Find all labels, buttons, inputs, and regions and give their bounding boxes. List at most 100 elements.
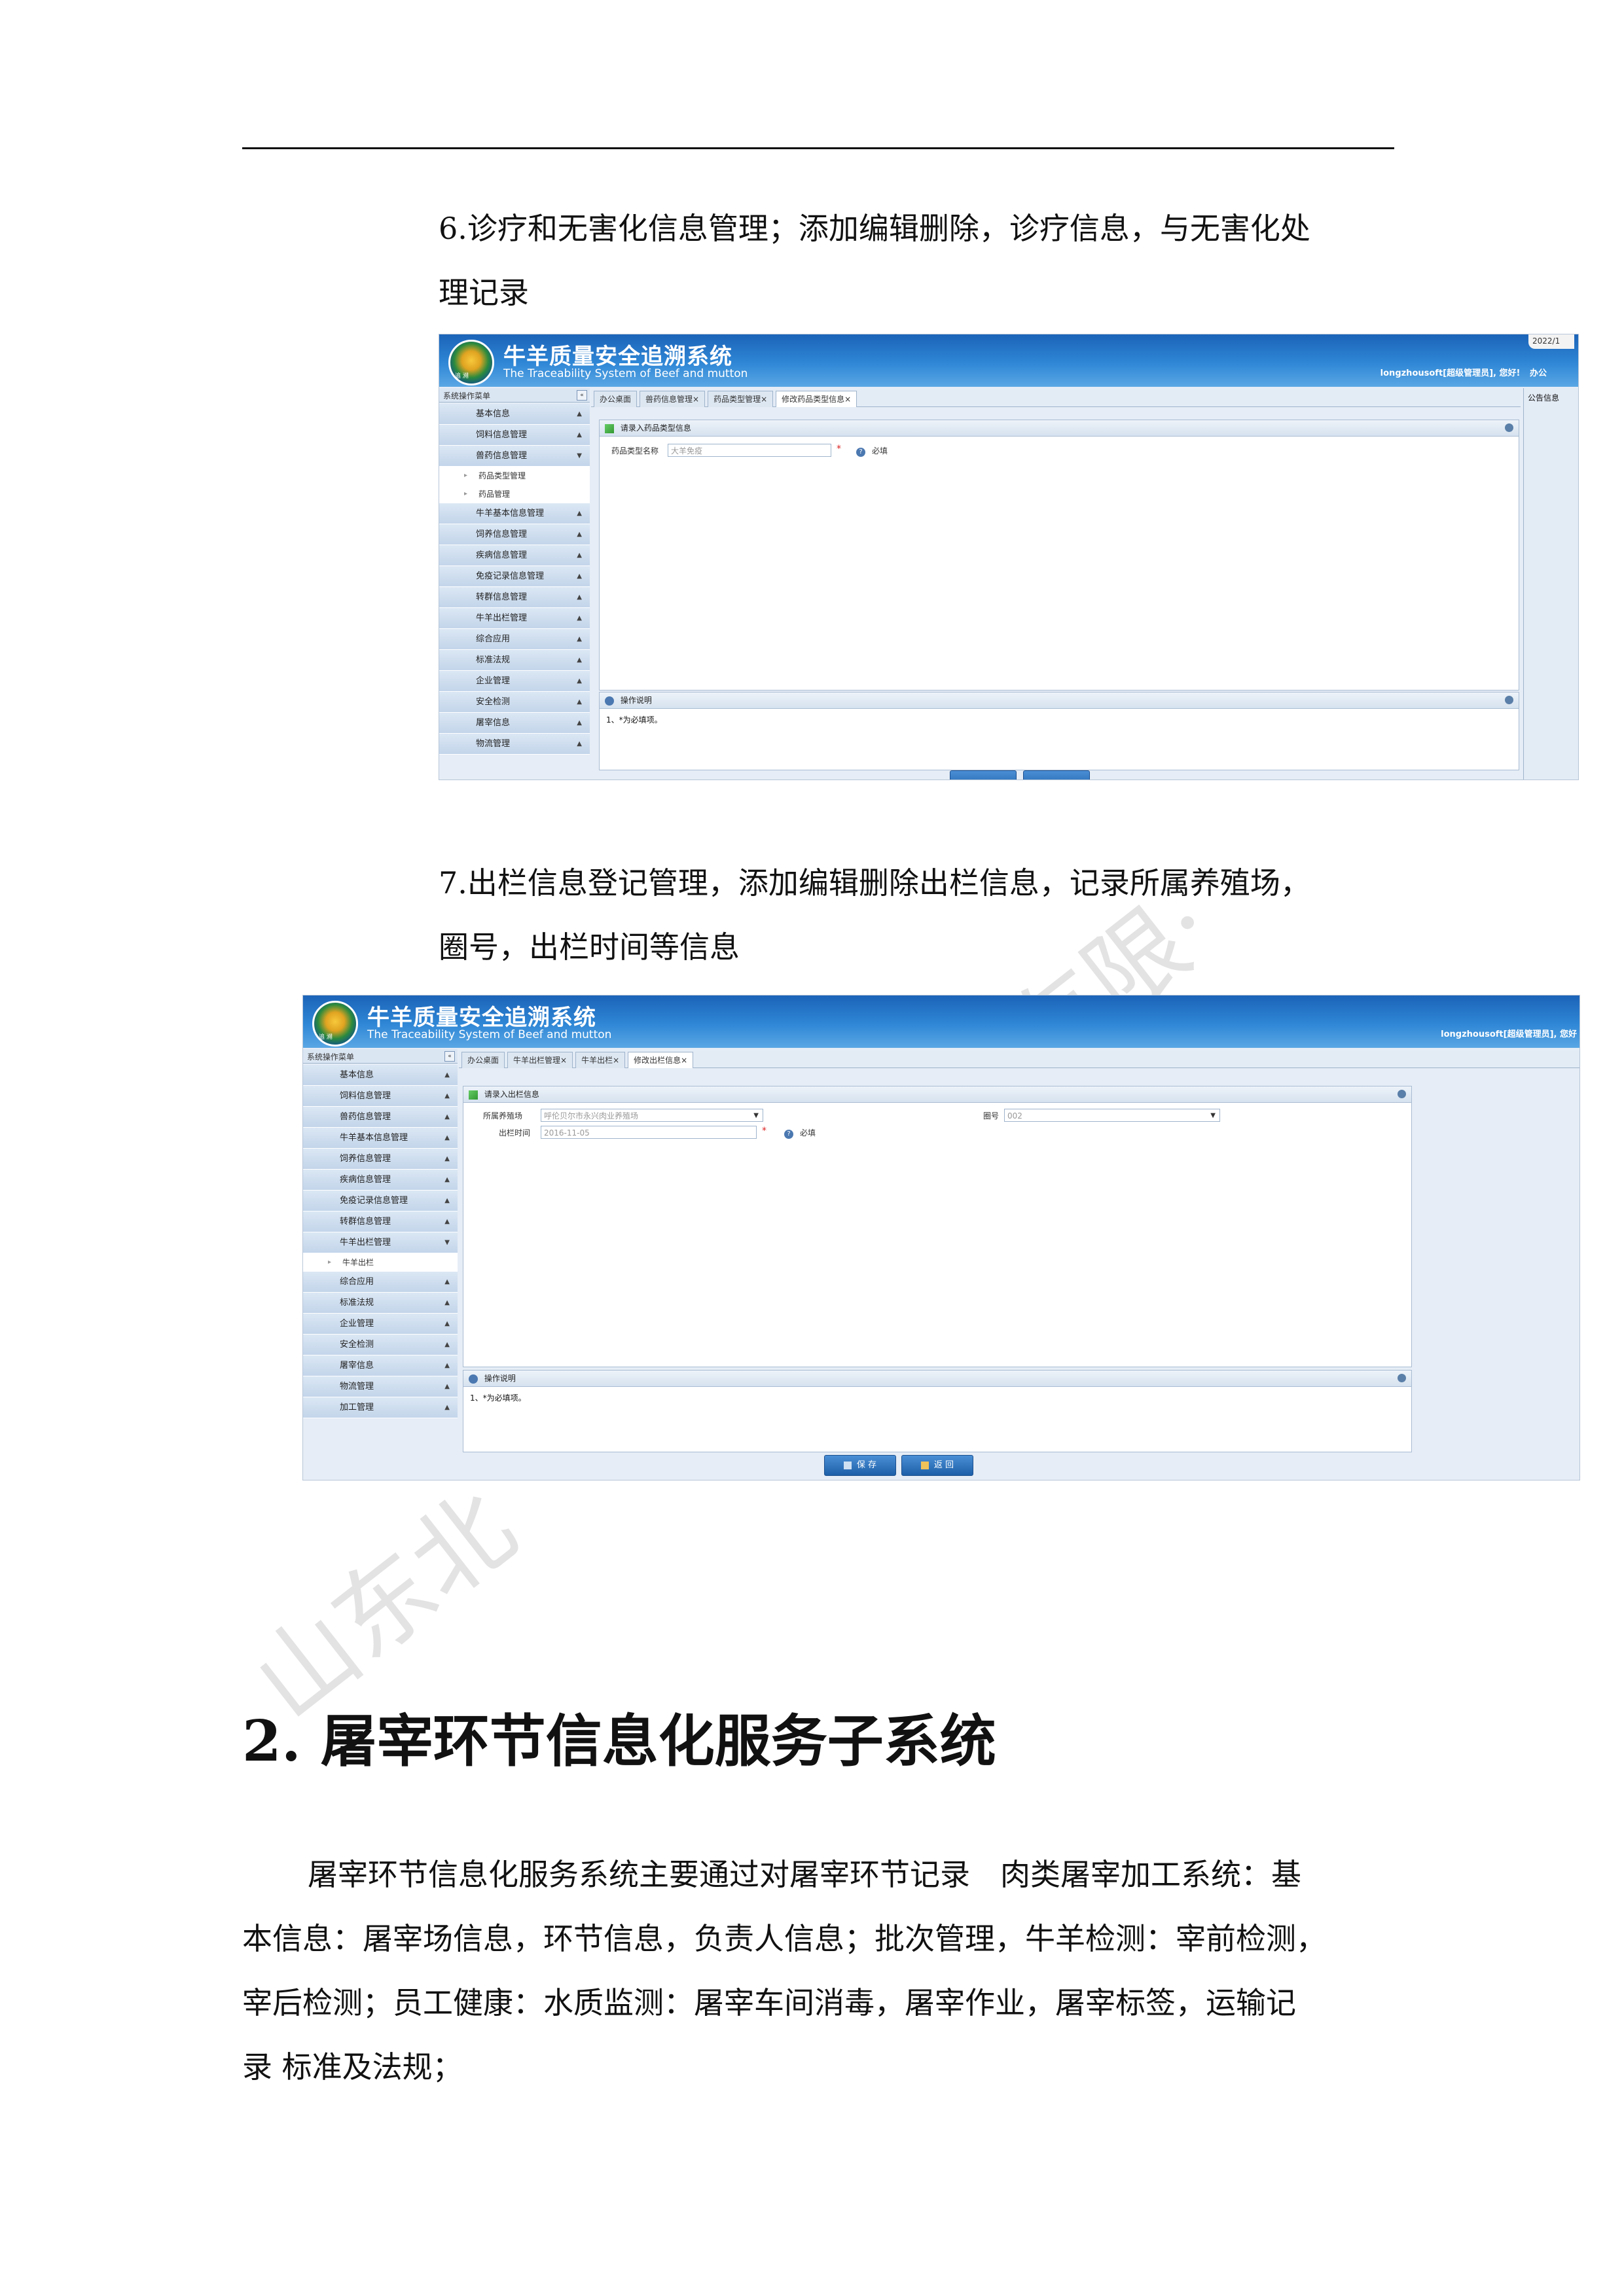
- sidebar-item[interactable]: 企业管理 ▲: [439, 671, 590, 692]
- sidebar-item[interactable]: ▸ 药品管理: [439, 485, 590, 503]
- chevron-up-icon: ▲: [577, 656, 582, 664]
- tab[interactable]: 药品类型管理×: [708, 391, 774, 407]
- form-title: 请录入出栏信息: [484, 1090, 539, 1099]
- chevron-up-icon: ▲: [577, 594, 582, 601]
- chevron-up-icon: ▲: [444, 1113, 450, 1121]
- drug-type-input[interactable]: 大羊免疫: [668, 444, 831, 457]
- sidebar-item[interactable]: 物流管理 ▲: [303, 1376, 458, 1397]
- pen-select[interactable]: 002 ▼: [1004, 1109, 1220, 1122]
- chevron-up-icon: ▲: [577, 636, 582, 643]
- chevron-up-icon: ▲: [577, 552, 582, 559]
- sidebar-item[interactable]: 物流管理 ▲: [439, 734, 590, 755]
- app-title: 牛羊质量安全追溯系统: [503, 344, 732, 370]
- form-panel-header: 请录入药品类型信息: [600, 420, 1519, 437]
- sidebar-item[interactable]: 饲料信息管理 ▲: [303, 1086, 458, 1107]
- sidebar-item[interactable]: 屠宰信息 ▲: [303, 1355, 458, 1376]
- notes-panel-header: 操作说明: [600, 692, 1519, 709]
- sidebar-item-label: 加工管理: [340, 1403, 374, 1412]
- section-heading: 2. 屠宰环节信息化服务子系统: [242, 1708, 996, 1774]
- tab[interactable]: 办公桌面: [594, 391, 638, 407]
- tab[interactable]: 牛羊出栏×: [575, 1052, 626, 1068]
- sidebar-item[interactable]: 疾病信息管理 ▲: [303, 1170, 458, 1191]
- chevron-up-icon: ▲: [577, 410, 582, 418]
- form-panel: 请录入出栏信息 所属养殖场 呼伦贝尔市永兴肉业养殖场 ▼ 圈号 002 ▼ 出栏…: [463, 1086, 1412, 1367]
- sidebar-item[interactable]: 疾病信息管理 ▲: [439, 545, 590, 566]
- tab[interactable]: 修改药品类型信息×: [776, 391, 857, 407]
- time-input[interactable]: 2016-11-05: [541, 1126, 757, 1139]
- sidebar-item[interactable]: 综合应用 ▲: [303, 1272, 458, 1293]
- sidebar-item[interactable]: 免疫记录信息管理 ▲: [439, 566, 590, 587]
- required-hint: ? 必填: [784, 1127, 816, 1139]
- collapse-panel-icon[interactable]: [1398, 1374, 1406, 1382]
- chevron-up-icon: ▲: [444, 1299, 450, 1306]
- sidebar-item-label: 屠宰信息: [476, 718, 511, 728]
- caret-right-icon: ▸: [328, 1259, 332, 1266]
- pencil-icon: [605, 423, 614, 433]
- sidebar-item[interactable]: 兽药信息管理 ▼: [439, 446, 590, 467]
- collapse-icon[interactable]: «: [444, 1051, 455, 1062]
- save-button[interactable]: [950, 770, 1017, 780]
- sidebar-item[interactable]: 兽药信息管理 ▲: [303, 1107, 458, 1128]
- app-title: 牛羊质量安全追溯系统: [367, 1005, 596, 1031]
- collapse-panel-icon[interactable]: [1505, 696, 1513, 704]
- required-mark: *: [837, 444, 841, 454]
- sidebar-item[interactable]: 转群信息管理 ▲: [303, 1211, 458, 1232]
- menu-header-label: 系统操作菜单: [307, 1052, 355, 1062]
- para-line4: 录 标准及法规；: [242, 2049, 463, 2085]
- sidebar-item[interactable]: 安全检测 ▲: [303, 1335, 458, 1355]
- menu-header: 系统操作菜单 «: [303, 1049, 458, 1064]
- sidebar-item-label: 基本信息: [476, 409, 511, 419]
- sidebar-item[interactable]: 转群信息管理 ▲: [439, 587, 590, 608]
- save-label: 保 存: [856, 1460, 877, 1470]
- office-link[interactable]: 办公: [1530, 368, 1547, 378]
- sidebar-item-label: 企业管理: [476, 676, 511, 686]
- tab[interactable]: 牛羊出栏管理×: [507, 1052, 573, 1068]
- sidebar-item[interactable]: 牛羊出栏管理 ▼: [303, 1232, 458, 1253]
- tab[interactable]: 办公桌面: [461, 1052, 505, 1068]
- sidebar-item[interactable]: 标准法规 ▲: [303, 1293, 458, 1314]
- sidebar-item[interactable]: 牛羊基本信息管理 ▲: [439, 503, 590, 524]
- sidebar-item[interactable]: 屠宰信息 ▲: [439, 713, 590, 734]
- date-badge: 2022/1: [1528, 334, 1574, 349]
- sidebar-item[interactable]: 饲料信息管理 ▲: [439, 425, 590, 446]
- sidebar-item-label: 牛羊出栏管理: [476, 613, 528, 623]
- user-greeting: longzhousoft[超级管理员], 您好! 办公: [1380, 366, 1547, 378]
- chevron-up-icon: ▲: [444, 1278, 450, 1285]
- farm-value: 呼伦贝尔市永兴肉业养殖场: [544, 1111, 639, 1121]
- sidebar-item[interactable]: 安全检测 ▲: [439, 692, 590, 713]
- collapse-panel-icon[interactable]: [1505, 423, 1513, 432]
- tab[interactable]: 修改出栏信息×: [628, 1052, 694, 1068]
- chevron-up-icon: ▲: [577, 615, 582, 622]
- collapse-panel-icon[interactable]: [1398, 1090, 1406, 1098]
- farm-select[interactable]: 呼伦贝尔市永兴肉业养殖场 ▼: [541, 1109, 763, 1122]
- sidebar-item[interactable]: 综合应用 ▲: [439, 629, 590, 650]
- app-subtitle: The Traceability System of Beef and mutt…: [367, 1028, 612, 1041]
- chevron-up-icon: ▲: [444, 1092, 450, 1100]
- sidebar-item[interactable]: ▸ 药品类型管理: [439, 467, 590, 485]
- sidebar-item[interactable]: 加工管理 ▲: [303, 1397, 458, 1418]
- sidebar-item[interactable]: 牛羊基本信息管理 ▲: [303, 1128, 458, 1149]
- user-name: longzhousoft[超级管理员], 您好!: [1380, 368, 1521, 378]
- sidebar-item[interactable]: 牛羊出栏管理 ▲: [439, 608, 590, 629]
- menu-header-label: 系统操作菜单: [443, 391, 491, 401]
- menu-header: 系统操作菜单 «: [439, 388, 590, 403]
- chevron-up-icon: ▲: [577, 719, 582, 726]
- sidebar-item-label: 药品类型管理: [478, 471, 526, 480]
- save-button[interactable]: 保 存: [824, 1455, 896, 1476]
- sidebar-item[interactable]: ▸ 牛羊出栏: [303, 1253, 458, 1272]
- sidebar-item[interactable]: 免疫记录信息管理 ▲: [303, 1191, 458, 1211]
- back-button[interactable]: 返 回: [901, 1455, 973, 1476]
- sidebar-item[interactable]: 饲养信息管理 ▲: [439, 524, 590, 545]
- collapse-icon[interactable]: «: [577, 390, 587, 401]
- sidebar-item[interactable]: 标准法规 ▲: [439, 650, 590, 671]
- sidebar-item[interactable]: 基本信息 ▲: [303, 1065, 458, 1086]
- sidebar-item[interactable]: 饲养信息管理 ▲: [303, 1149, 458, 1170]
- chevron-down-icon: ▼: [444, 1239, 450, 1246]
- back-button[interactable]: [1023, 770, 1090, 780]
- sidebar-item[interactable]: 基本信息 ▲: [439, 404, 590, 425]
- sidebar-item[interactable]: 企业管理 ▲: [303, 1314, 458, 1335]
- tab-bar: 办公桌面 兽药信息管理× 药品类型管理× 修改药品类型信息×: [591, 389, 1521, 407]
- sidebar-menu: 基本信息 ▲ 饲料信息管理 ▲ 兽药信息管理 ▲ 牛羊基本信息管理 ▲ 饲养信息管理 ▲ 疾病信息管…: [303, 1065, 458, 1418]
- tab[interactable]: 兽药信息管理×: [640, 391, 706, 407]
- notes-panel-header: 操作说明: [463, 1371, 1411, 1387]
